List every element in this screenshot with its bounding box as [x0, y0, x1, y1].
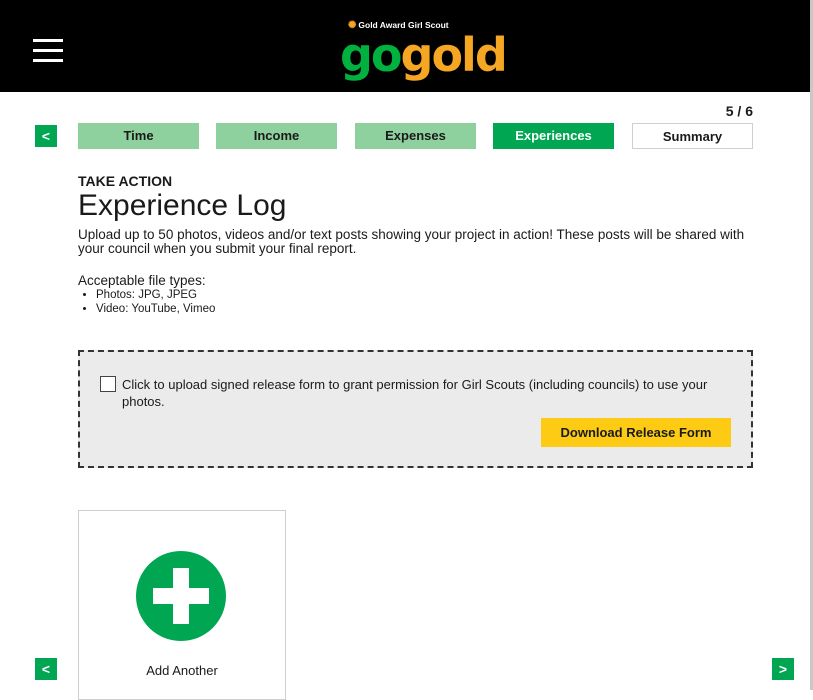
file-type-item: Video: YouTube, Vimeo [96, 302, 215, 316]
intro-text: Upload up to 50 photos, videos and/or te… [78, 227, 745, 256]
tab-expenses[interactable]: Expenses [355, 123, 476, 149]
page-next-button[interactable]: > [772, 658, 794, 680]
add-another-card[interactable]: Add Another [78, 510, 286, 700]
release-checkbox[interactable] [100, 376, 116, 392]
page-title: Experience Log [78, 189, 287, 222]
file-types-heading: Acceptable file types: [78, 273, 206, 288]
release-form-dropzone[interactable]: Click to upload signed release form to g… [78, 350, 753, 468]
tabs-prev-button[interactable]: < [35, 125, 57, 147]
logo-go: go [340, 28, 403, 82]
app-header: ✺ Gold Award Girl Scout gogold [0, 0, 810, 92]
plus-circle-icon[interactable] [136, 551, 226, 641]
tab-experiences[interactable]: Experiences [493, 123, 614, 149]
section-label: TAKE ACTION [78, 173, 173, 189]
step-counter: 5 / 6 [725, 103, 753, 119]
tab-summary[interactable]: Summary [632, 123, 753, 149]
gogold-logo[interactable]: ✺ Gold Award Girl Scout gogold [340, 18, 508, 82]
file-types: Acceptable file types: Photos: JPG, JPEG… [78, 273, 215, 316]
logo-gold: gold [400, 28, 508, 82]
chevron-left-icon: < [41, 661, 51, 677]
hamburger-menu-icon[interactable] [33, 39, 63, 63]
download-release-form-button[interactable]: Download Release Form [541, 418, 731, 447]
page-prev-button[interactable]: < [35, 658, 57, 680]
chevron-left-icon: < [41, 128, 51, 144]
add-another-label: Add Another [146, 663, 218, 678]
chevron-right-icon: > [778, 661, 788, 677]
tab-time[interactable]: Time [78, 123, 199, 149]
file-type-item: Photos: JPG, JPEG [96, 288, 215, 302]
release-text: Click to upload signed release form to g… [122, 377, 708, 409]
tab-income[interactable]: Income [216, 123, 337, 149]
